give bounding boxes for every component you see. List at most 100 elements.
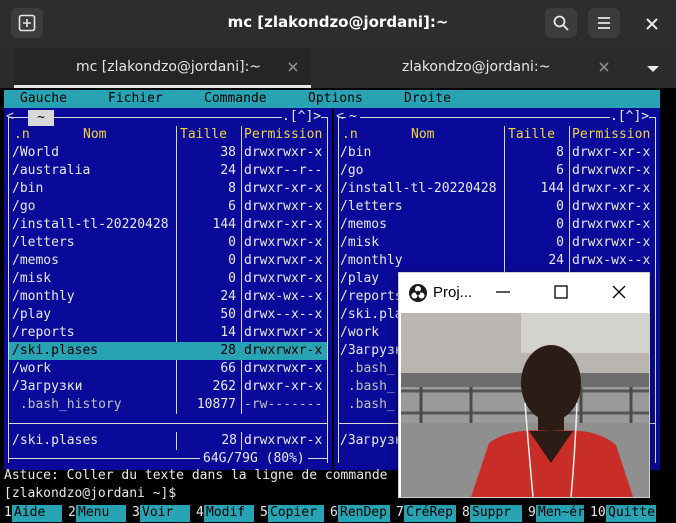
file-permission: drwxrwxr-x (572, 163, 651, 178)
file-name[interactable]: /World (12, 144, 176, 162)
file-permission: drwxrwxr-x (244, 145, 323, 160)
file-size: 0 (228, 235, 236, 250)
fkey-9[interactable]: 9 Men~ér (528, 504, 584, 523)
fkey-label: Modif (204, 505, 254, 522)
col-header-name[interactable]: Nom (83, 126, 106, 144)
file-name[interactable]: /memos (12, 252, 176, 270)
file-size: 0 (556, 217, 564, 232)
new-tab-icon (18, 14, 36, 32)
file-name[interactable]: /misk (12, 270, 176, 288)
fkey-label: Quitter (606, 505, 656, 522)
minimize-icon[interactable] (493, 283, 513, 301)
file-permission: drwxr-xr-x (572, 181, 651, 196)
menu-commande[interactable]: Commande (204, 91, 267, 106)
file-size: 24 (220, 289, 236, 304)
fkey-3[interactable]: 3 Voir (132, 504, 190, 523)
shell-prompt[interactable]: [zlakondzo@jordani ~]$ (4, 486, 176, 501)
file-permission: drwxr-xr-x (244, 217, 323, 232)
search-icon (553, 15, 569, 31)
file-name[interactable]: /bin (12, 180, 176, 198)
file-permission: drwxr-xr-x (244, 379, 323, 394)
file-name[interactable]: /play (12, 306, 176, 324)
file-name[interactable]: /reports (12, 324, 176, 342)
file-size: 0 (556, 199, 564, 214)
status-name: /Загрузк (340, 433, 403, 448)
col-header-size[interactable]: Taille (508, 126, 555, 144)
file-permission: drwxrwxr-x (244, 199, 323, 214)
col-header-perm[interactable]: Permission (572, 126, 650, 144)
file-size: 262 (212, 379, 236, 394)
file-name[interactable]: /ski.plases (12, 342, 176, 360)
projector-window[interactable]: Proj... (398, 272, 650, 498)
status-perm: drwxrwxr-x (244, 433, 323, 448)
close-tab-icon[interactable] (597, 60, 611, 74)
file-size: 38 (220, 145, 236, 160)
menu-options[interactable]: Options (308, 91, 363, 106)
menu-droite[interactable]: Droite (404, 91, 451, 106)
file-name[interactable]: /go (12, 198, 176, 216)
fkey-1[interactable]: 1 Aide (4, 504, 62, 523)
file-name[interactable]: /monthly (340, 252, 500, 270)
left-panel-path[interactable]: ~ (28, 110, 54, 126)
file-permission: drwxrwxr-x (244, 235, 323, 250)
file-name[interactable]: /letters (340, 198, 500, 216)
file-name[interactable]: /australia (12, 162, 176, 180)
close-icon[interactable] (642, 14, 662, 34)
fkey-4[interactable]: 4 Modif (196, 504, 254, 523)
file-permission: drwx-wx--x (572, 253, 651, 268)
col-header-size[interactable]: Taille (180, 126, 227, 144)
right-panel-path[interactable]: ~ (346, 108, 360, 126)
file-size: 8 (556, 145, 564, 160)
sort-indicator[interactable]: .n (342, 126, 358, 144)
file-permission: -rw------- (244, 397, 323, 412)
fkey-number: 6 (330, 505, 338, 520)
close-tab-icon[interactable] (286, 60, 300, 74)
fkey-number: 10 (590, 505, 606, 520)
tab-mc[interactable]: mc [zlakondzo@jordani]:~ (14, 48, 311, 88)
file-name[interactable]: /misk (340, 234, 500, 252)
fkey-label: Voir (140, 505, 190, 522)
file-name[interactable]: /install-tl-20220428 (12, 216, 176, 234)
fkey-number: 2 (68, 505, 76, 520)
menu-fichier[interactable]: Fichier (108, 91, 163, 106)
tab-shell[interactable]: zlakondzo@jordani:~ (322, 48, 622, 86)
col-header-perm[interactable]: Permission (244, 126, 322, 144)
obs-logo-icon (409, 284, 427, 302)
fkey-2[interactable]: 2 Menu (68, 504, 126, 523)
file-name[interactable]: /monthly (12, 288, 176, 306)
main-menu-button[interactable] (588, 8, 620, 38)
hamburger-menu-icon (598, 17, 610, 29)
fkey-7[interactable]: 7 CréRep (396, 504, 456, 523)
close-icon[interactable] (609, 283, 629, 301)
file-name[interactable]: /install-tl-20220428 (340, 180, 500, 198)
file-size: 0 (228, 271, 236, 286)
left-panel[interactable]: < ~ .[^]> .n Nom Taille Permission /Worl… (4, 108, 332, 470)
fkey-6[interactable]: 6 RenDep (330, 504, 390, 523)
file-permission: drwxr-xr-x (244, 181, 323, 196)
file-name[interactable]: /letters (12, 234, 176, 252)
fkey-label: Men~ér (536, 505, 584, 522)
file-permission: drwx--x--x (244, 307, 323, 322)
new-tab-button[interactable] (11, 8, 43, 38)
sort-indicator[interactable]: .n (14, 126, 30, 144)
file-name[interactable]: .bash_history (12, 396, 176, 414)
file-name[interactable]: /bin (340, 144, 500, 162)
maximize-icon[interactable] (551, 283, 571, 301)
file-name[interactable]: /work (12, 360, 176, 378)
fkey-5[interactable]: 5 Copier (260, 504, 324, 523)
status-name: /ski.plases (12, 433, 99, 448)
file-name[interactable]: /go (340, 162, 500, 180)
search-button[interactable] (545, 8, 577, 38)
fkey-10[interactable]: 10Quitter (590, 504, 656, 523)
col-header-name[interactable]: Nom (411, 126, 434, 144)
fkey-8[interactable]: 8 Suppr (462, 504, 522, 523)
menu-gauche[interactable]: Gauche (20, 91, 67, 106)
fkey-number: 9 (528, 505, 536, 520)
file-name[interactable]: /Загрузки (12, 378, 176, 396)
tab-list-dropdown-icon[interactable] (646, 64, 660, 74)
fkey-label: RenDep (338, 505, 390, 522)
file-name[interactable]: /memos (340, 216, 500, 234)
file-permission: drwxrwxr-x (572, 217, 651, 232)
panel-nav[interactable]: .[^]> (282, 108, 322, 126)
panel-nav[interactable]: .[^]> (610, 108, 650, 126)
